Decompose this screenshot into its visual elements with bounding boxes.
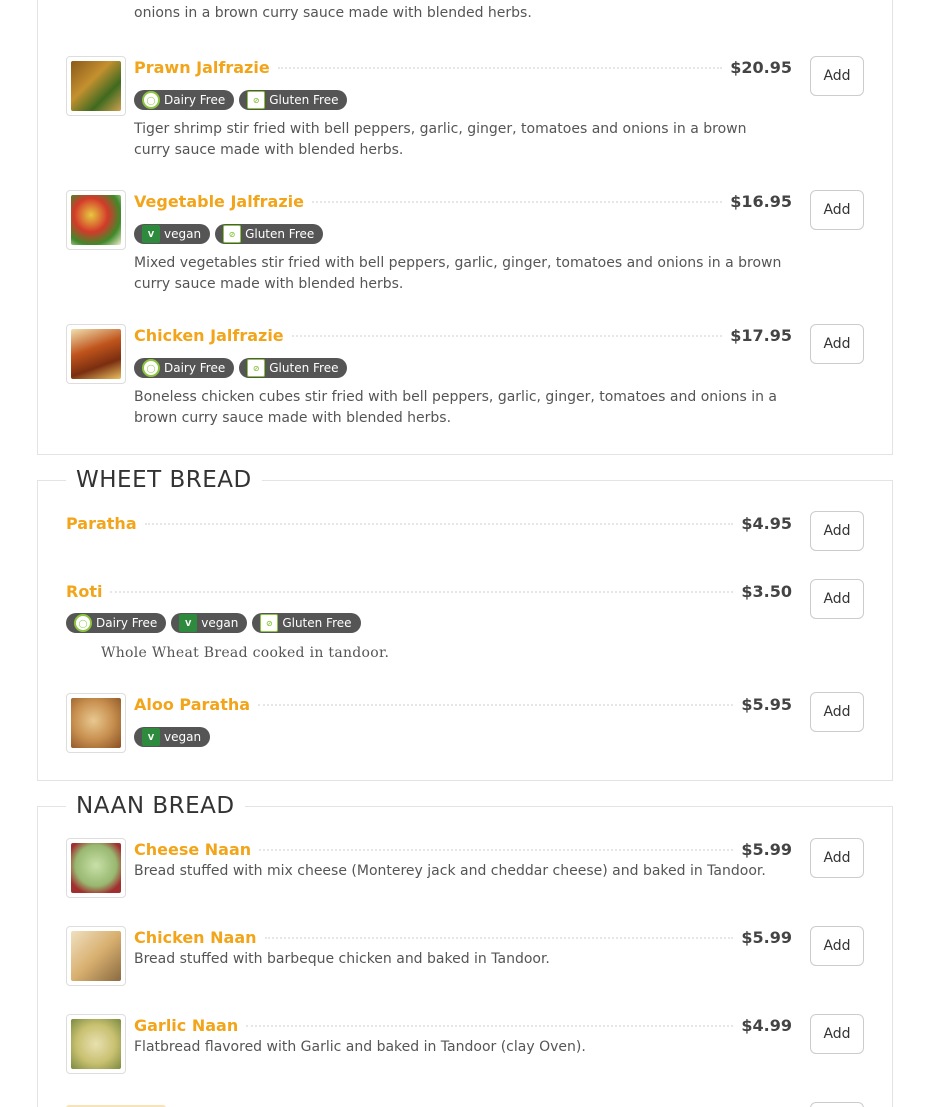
- tag-list: ◯ Dairy Free Vvegan ⊘ Gluten Free: [66, 613, 361, 633]
- dairy-free-tag: ◯ Dairy Free: [134, 358, 235, 378]
- item-price: $20.95: [730, 57, 792, 77]
- item-thumbnail[interactable]: [66, 926, 126, 986]
- dot-leader: [144, 523, 734, 525]
- gluten-free-tag: ⊘ Gluten Free: [239, 358, 348, 378]
- item-price: $4.95: [741, 513, 792, 533]
- dot-leader: [312, 201, 723, 203]
- item-thumbnail[interactable]: [66, 1014, 126, 1074]
- item-description: Bread stuffed with barbeque chicken and …: [134, 951, 550, 967]
- item-name[interactable]: Aloo Paratha: [134, 695, 258, 714]
- item-price: $5.99: [741, 839, 792, 859]
- menu-item: Vegetable Jalfrazie $16.95 Vvegan ⊘ Glute…: [66, 190, 866, 310]
- add-button[interactable]: Add: [810, 511, 864, 551]
- vegan-tag: Vvegan: [134, 224, 211, 244]
- menu-item: Aloo Paratha $5.95 Vvegan Add: [66, 692, 866, 755]
- dot-leader: [291, 335, 723, 337]
- item-name[interactable]: Roti: [66, 582, 110, 601]
- add-button[interactable]: Add: [810, 926, 864, 966]
- dairy-free-tag: ◯ Dairy Free: [134, 90, 235, 110]
- item-description: Mixed vegetables stir fried with bell pe…: [134, 255, 782, 292]
- dairy-free-icon: ◯: [142, 359, 160, 377]
- item-description: Homemade Indian cheese cubes stir fried …: [134, 5, 532, 21]
- vegan-tag: Vvegan: [171, 613, 248, 633]
- item-thumbnail[interactable]: [66, 190, 126, 250]
- menu-item: Paratha $4.95 Add: [66, 511, 866, 562]
- tag-list: ◯ Dairy Free ⊘ Gluten Free: [134, 358, 348, 378]
- item-name[interactable]: Chicken Naan: [134, 928, 265, 947]
- add-button[interactable]: Add: [810, 190, 864, 230]
- item-price: $5.95: [741, 694, 792, 714]
- dot-leader: [264, 937, 734, 939]
- naan-bread-section: NAAN BREAD Cheese Naan $5.99 Bread stuff…: [37, 793, 893, 1107]
- gluten-free-tag: ⊘ Gluten Free: [239, 90, 348, 110]
- add-button-partial[interactable]: [810, 1102, 864, 1107]
- wheet-bread-section: WHEET BREAD Paratha $4.95 Add Roti $3.50…: [37, 467, 893, 781]
- item-price: $16.95: [730, 191, 792, 211]
- add-button[interactable]: Add: [810, 56, 864, 96]
- add-button[interactable]: Add: [810, 579, 864, 619]
- item-description: Whole Wheat Bread cooked in tandoor.: [101, 645, 390, 661]
- tag-list: Vvegan: [134, 727, 211, 747]
- tag-list: ◯ Dairy Free ⊘ Gluten Free: [134, 90, 348, 110]
- menu-item: Prawn Jalfrazie $20.95 ◯ Dairy Free ⊘ Glut…: [66, 56, 866, 176]
- curry-section: Homemade Indian cheese cubes stir fried …: [37, 0, 893, 455]
- item-description: Bread stuffed with mix cheese (Monterey …: [134, 863, 766, 879]
- add-button[interactable]: Add: [810, 692, 864, 732]
- item-name[interactable]: Garlic Naan: [134, 1016, 246, 1035]
- gluten-free-icon: ⊘: [260, 614, 279, 632]
- section-title: NAAN BREAD: [66, 793, 245, 819]
- item-name[interactable]: Chicken Jalfrazie: [134, 326, 292, 345]
- item-description: Flatbread flavored with Garlic and baked…: [134, 1039, 586, 1055]
- dot-leader: [277, 67, 723, 69]
- gluten-free-icon: ⊘: [223, 225, 242, 243]
- menu-item: Chicken Jalfrazie $17.95 ◯ Dairy Free ⊘ Gl…: [66, 324, 866, 444]
- menu-item: Chicken Naan $5.99 Bread stuffed with ba…: [66, 926, 866, 988]
- item-name[interactable]: Prawn Jalfrazie: [134, 58, 278, 77]
- dairy-free-icon: ◯: [74, 614, 92, 632]
- dot-leader: [258, 704, 734, 706]
- vegan-tag: Vvegan: [134, 727, 211, 747]
- item-thumbnail[interactable]: [66, 324, 126, 384]
- menu-item: Garlic Naan $4.99 Flatbread flavored wit…: [66, 1014, 866, 1076]
- item-name[interactable]: Cheese Naan: [134, 840, 259, 859]
- dairy-free-icon: ◯: [142, 91, 160, 109]
- menu-item: [66, 1102, 866, 1107]
- vegan-icon: V: [142, 728, 160, 746]
- vegan-icon: V: [142, 225, 160, 243]
- dot-leader: [259, 849, 734, 851]
- add-button[interactable]: Add: [810, 838, 864, 878]
- gluten-free-tag: ⊘ Gluten Free: [252, 613, 361, 633]
- dot-leader: [110, 591, 734, 593]
- item-thumbnail[interactable]: [66, 838, 126, 898]
- section-title: WHEET BREAD: [66, 467, 262, 493]
- dairy-free-tag: ◯ Dairy Free: [66, 613, 167, 633]
- item-description: Tiger shrimp stir fried with bell pepper…: [134, 121, 747, 158]
- item-price: $4.99: [741, 1015, 792, 1035]
- add-button[interactable]: Add: [810, 324, 864, 364]
- item-price: $5.99: [741, 927, 792, 947]
- gluten-free-tag: ⊘ Gluten Free: [215, 224, 324, 244]
- item-price: $3.50: [741, 581, 792, 601]
- item-price: $17.95: [730, 325, 792, 345]
- dot-leader: [246, 1025, 734, 1027]
- item-name[interactable]: Vegetable Jalfrazie: [134, 192, 312, 211]
- tag-list: Vvegan ⊘ Gluten Free: [134, 224, 324, 244]
- menu-item: Roti $3.50 ◯ Dairy Free Vvegan ⊘ Gluten Fr…: [66, 579, 866, 670]
- gluten-free-icon: ⊘: [247, 91, 266, 109]
- add-button[interactable]: Add: [810, 1014, 864, 1054]
- item-thumbnail[interactable]: [66, 56, 126, 116]
- vegan-icon: V: [179, 614, 198, 632]
- item-description: Boneless chicken cubes stir fried with b…: [134, 389, 778, 426]
- item-thumbnail[interactable]: [66, 693, 126, 753]
- gluten-free-icon: ⊘: [247, 359, 266, 377]
- menu-item: Cheese Naan $5.99 Bread stuffed with mix…: [66, 838, 866, 900]
- item-name[interactable]: Paratha: [66, 514, 145, 533]
